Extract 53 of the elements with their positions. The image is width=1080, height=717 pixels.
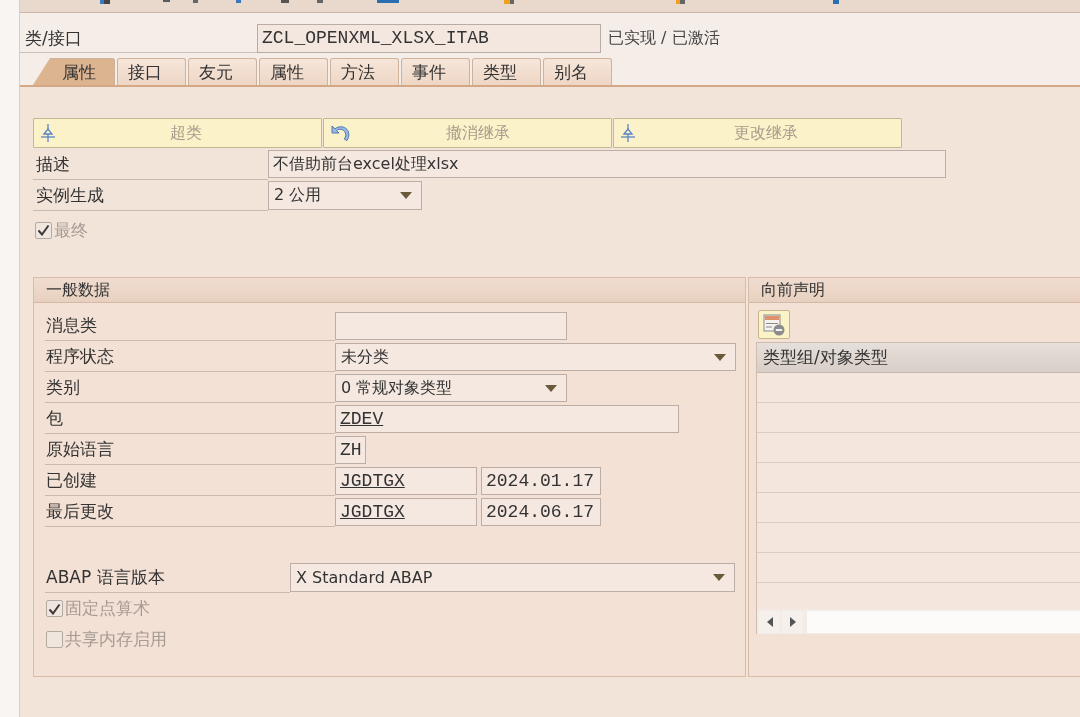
- group-title: 向前声明: [749, 278, 1080, 303]
- status-text: 已实现 / 已激活: [608, 28, 720, 49]
- tab[interactable]: 友元: [188, 58, 257, 85]
- date-field[interactable]: 2024.01.17: [481, 467, 601, 495]
- toolbar-icon[interactable]: [676, 0, 685, 4]
- caret-icon: [713, 574, 725, 581]
- field-label: 类别: [45, 372, 335, 403]
- check-icon: [48, 602, 61, 615]
- input-field[interactable]: [335, 312, 567, 340]
- user-field[interactable]: JGDTGX: [335, 498, 477, 526]
- field-label: 程序状态: [45, 341, 335, 372]
- toolbar-icon[interactable]: [504, 0, 514, 4]
- tab[interactable]: 方法: [330, 58, 399, 85]
- scroll-left-button[interactable]: [759, 610, 780, 633]
- field-label: 最后更改: [45, 496, 335, 527]
- tab[interactable]: 属性: [33, 58, 115, 85]
- field-label: 消息类: [45, 310, 335, 341]
- table-minus-icon: [763, 313, 785, 336]
- arrow-right-icon: [789, 616, 796, 627]
- field-label: 包: [45, 403, 335, 434]
- undo-icon: [330, 125, 350, 141]
- dropdown[interactable]: X Standard ABAP: [290, 563, 735, 592]
- tab[interactable]: 属性: [259, 58, 328, 85]
- dropdown[interactable]: 未分类: [335, 343, 736, 371]
- check-icon: [37, 224, 50, 236]
- caret-icon: [400, 192, 412, 199]
- hierarchy-icon: [620, 124, 636, 142]
- tab[interactable]: 事件: [401, 58, 470, 85]
- tab[interactable]: 别名: [543, 58, 612, 85]
- table-toolbar-button[interactable]: [758, 310, 790, 339]
- tab[interactable]: 接口: [117, 58, 186, 85]
- hierarchy-icon: [40, 124, 56, 142]
- caret-icon: [714, 353, 726, 361]
- checkbox-label: 最终: [54, 218, 88, 242]
- input-field[interactable]: ZDEV: [335, 405, 679, 433]
- dropdown[interactable]: 2 公用: [268, 181, 422, 210]
- class-name-field[interactable]: ZCL_OPENXML_XLSX_ITAB: [257, 24, 601, 53]
- user-field[interactable]: JGDTGX: [335, 467, 477, 495]
- group-title: 一般数据: [34, 278, 745, 303]
- dropdown[interactable]: 0 常规对象类型: [335, 374, 567, 402]
- description-field[interactable]: 不借助前台excel处理xlsx: [268, 150, 946, 178]
- input-field[interactable]: ZH: [335, 436, 366, 464]
- field-label: 原始语言: [45, 434, 335, 465]
- scroll-right-button[interactable]: [782, 610, 803, 633]
- column-header[interactable]: 类型组/对象类型: [757, 343, 1080, 373]
- tab[interactable]: 类型: [472, 58, 541, 85]
- arrow-left-icon: [766, 616, 773, 627]
- caret-icon: [545, 384, 557, 392]
- date-field[interactable]: 2024.06.17: [481, 498, 601, 526]
- toolbar-icon[interactable]: [100, 0, 110, 4]
- field-label: 已创建: [45, 465, 335, 496]
- checkbox-label: 共享内存启用: [65, 628, 167, 651]
- checkbox-label: 固定点算术: [65, 597, 150, 620]
